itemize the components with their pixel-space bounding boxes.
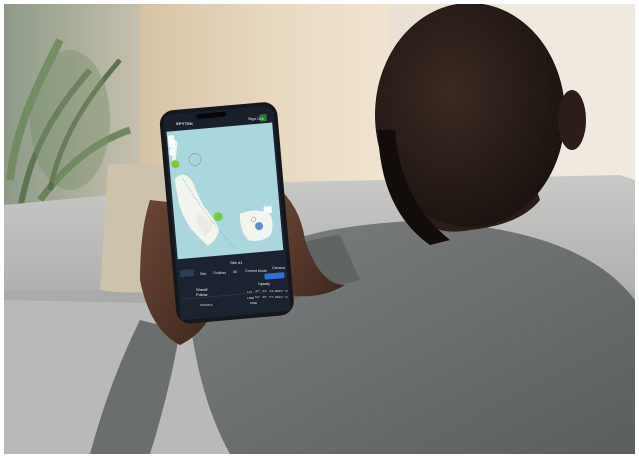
photo: SPYTEK Sign Out Site #1 Site Outlines Al…: [4, 4, 635, 454]
long-value: 58° 36' 57.0682" W: [255, 296, 288, 299]
bottom-left-label: ARTEMIS: [200, 304, 213, 307]
long-label: LONG: [247, 297, 255, 300]
lat-label: LAT: [247, 291, 253, 294]
tab-site[interactable]: Site: [200, 272, 206, 276]
tab-camera[interactable]: Camera: [272, 266, 285, 270]
tab-outlines[interactable]: Outlines: [213, 271, 226, 275]
visibility-label: Opacity: [258, 282, 270, 286]
lat-value: 47° 33' 33.9502" N: [255, 290, 288, 293]
bottom-right-label: ZONE: [250, 302, 258, 305]
tab-all[interactable]: All: [233, 270, 237, 274]
sign-out-button[interactable]: Sign Out: [248, 116, 264, 121]
scene-illustration: [4, 4, 635, 454]
tab-current-mode[interactable]: Current Mode: [245, 269, 267, 273]
site-label: Site #1: [230, 260, 243, 265]
field-label: Sheriff Follow: [196, 287, 208, 297]
app-brand: SPYTEK: [176, 121, 194, 126]
